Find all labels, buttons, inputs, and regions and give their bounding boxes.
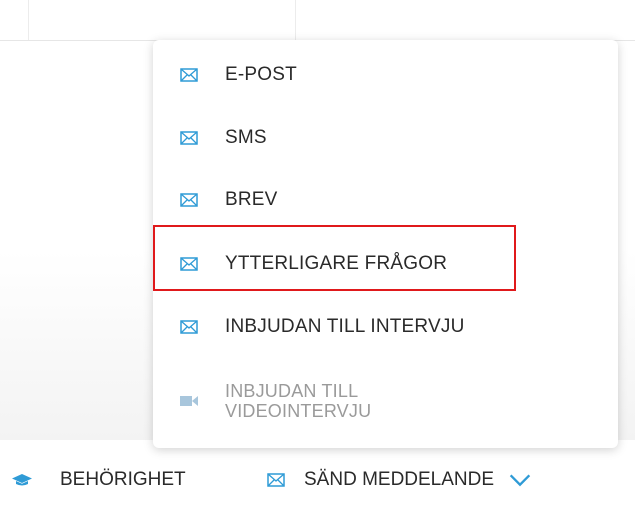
menu-item-label-line1: INBJUDAN TILL [225, 381, 359, 401]
permission-button[interactable]: BEHÖRIGHET [12, 460, 186, 500]
menu-item-inbjudan-till-videointervju: INBJUDAN TILL VIDEOINTERVJU [153, 370, 618, 432]
envelope-icon [180, 193, 198, 207]
send-message-label: SÄND MEDDELANDE [304, 469, 495, 490]
envelope-icon [180, 68, 198, 82]
menu-item-ytterligare-fragor[interactable]: YTTERLIGARE FRÅGOR [153, 233, 618, 295]
menu-item-label: INBJUDAN TILL VIDEOINTERVJU [225, 381, 371, 421]
column-divider [28, 0, 29, 40]
menu-item-label: BREV [225, 189, 278, 210]
action-toolbar: BEHÖRIGHET SÄND MEDDELANDE [0, 460, 635, 511]
envelope-icon [180, 131, 198, 145]
send-message-button[interactable]: SÄND MEDDELANDE [267, 460, 532, 500]
top-header-strip [0, 0, 635, 41]
envelope-icon [180, 257, 198, 271]
video-camera-icon [180, 396, 198, 406]
menu-item-label: YTTERLIGARE FRÅGOR [225, 253, 448, 274]
menu-item-label-line2: VIDEOINTERVJU [225, 401, 372, 421]
chevron-down-icon[interactable] [508, 473, 532, 487]
send-message-dropdown-menu: E-POST SMS BREV YTTERLIGARE FRÅGOR INBJU… [153, 40, 618, 448]
permission-label: BEHÖRIGHET [60, 469, 186, 490]
graduation-cap-icon [12, 474, 32, 486]
column-divider [295, 0, 296, 40]
menu-item-e-post[interactable]: E-POST [153, 44, 618, 106]
menu-item-sms[interactable]: SMS [153, 107, 618, 169]
menu-item-label: INBJUDAN TILL INTERVJU [225, 316, 465, 337]
envelope-icon [180, 320, 198, 334]
menu-item-brev[interactable]: BREV [153, 169, 618, 231]
menu-item-label: E-POST [225, 64, 297, 85]
menu-item-label: SMS [225, 127, 267, 148]
menu-item-inbjudan-till-intervju[interactable]: INBJUDAN TILL INTERVJU [153, 296, 618, 358]
envelope-icon [267, 473, 285, 487]
